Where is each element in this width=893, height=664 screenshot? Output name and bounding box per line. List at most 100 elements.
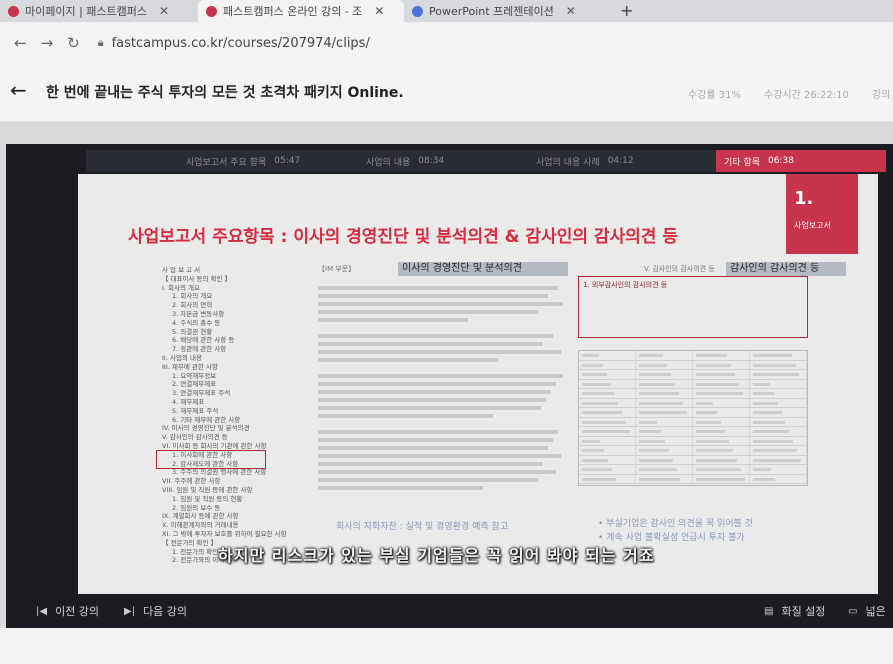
toc-item: V. 감사인의 감사의견 등 bbox=[162, 433, 228, 442]
audit-table-row bbox=[579, 379, 807, 389]
toc-item: 6. 기타 재무에 관한 사항 bbox=[172, 415, 241, 424]
tab-label: PowerPoint 프레젠테이션 bbox=[429, 5, 554, 18]
audit-table-cell bbox=[636, 360, 693, 369]
blurred-text-line bbox=[753, 477, 776, 481]
audit-opinion-box: 1. 외부감사인의 감사의견 등 bbox=[578, 276, 808, 338]
video-player[interactable]: fastcampus 사업보고서 주요 항목 05:47 사업의 내용 08:3… bbox=[6, 144, 893, 628]
audit-table-cell bbox=[579, 370, 636, 379]
blurred-text-line bbox=[318, 302, 563, 306]
blurred-text-line bbox=[753, 411, 782, 414]
audit-table-cell bbox=[693, 360, 750, 369]
audit-table-cell bbox=[636, 474, 693, 483]
blurred-text-line bbox=[696, 477, 745, 481]
audit-table-cell bbox=[750, 360, 807, 369]
audit-table-cell bbox=[750, 465, 807, 474]
blurred-text-line bbox=[696, 420, 722, 424]
progress-rate: 수강률 31% bbox=[688, 90, 742, 101]
section-badge: 1. 사업보고서 bbox=[786, 174, 858, 254]
audit-table-cell bbox=[750, 389, 807, 398]
audit-table-cell bbox=[579, 465, 636, 474]
lock-icon: 🔒︎ bbox=[97, 36, 104, 49]
audit-table-row bbox=[579, 474, 807, 484]
blurred-text-line bbox=[582, 401, 619, 405]
blurred-text-line bbox=[318, 406, 541, 410]
url-field[interactable]: 🔒︎ fastcampus.co.kr/courses/207974/clips… bbox=[98, 29, 370, 57]
browser-tab-lecture[interactable]: 패스트캠퍼스 온라인 강의 - 조 ✕ bbox=[198, 0, 404, 22]
blurred-text-line bbox=[639, 449, 669, 452]
back-arrow-icon[interactable]: ← bbox=[10, 78, 27, 102]
blurred-text-line bbox=[582, 392, 615, 395]
wide-screen-icon: ▭ bbox=[848, 605, 858, 617]
blurred-text-line bbox=[318, 342, 543, 346]
blurred-text-line bbox=[318, 438, 553, 442]
close-tab-icon[interactable]: ✕ bbox=[159, 4, 169, 18]
video-subtitle: 하지만 리스크가 있는 부실 기업들은 꼭 읽어 봐야 되는 거죠 bbox=[218, 546, 655, 565]
audit-table-cell bbox=[750, 351, 807, 360]
next-lecture-button[interactable]: ▶| 다음 강의 bbox=[124, 603, 187, 619]
blurred-text-line bbox=[639, 411, 687, 414]
wide-mode-button[interactable]: ▭ 넓은 bbox=[848, 603, 886, 619]
blurred-text-line bbox=[318, 486, 483, 490]
prev-lecture-button[interactable]: |◀ 이전 강의 bbox=[36, 603, 99, 619]
quality-settings-button[interactable]: ▤ 화질 설정 bbox=[764, 603, 825, 619]
blurred-text-line bbox=[696, 449, 733, 452]
forward-icon[interactable]: → bbox=[41, 34, 54, 52]
blurred-text-line bbox=[318, 478, 538, 482]
chapter-segment-active[interactable]: 기타 항목 06:38 bbox=[716, 150, 886, 172]
close-tab-icon[interactable]: ✕ bbox=[566, 4, 576, 18]
toc-item: 5. 재무제표 주석 bbox=[172, 406, 219, 415]
back-icon[interactable]: ← bbox=[14, 34, 27, 52]
blurred-text-line bbox=[582, 420, 627, 424]
blurred-text-line bbox=[582, 449, 605, 452]
new-tab-button[interactable]: + bbox=[620, 0, 633, 22]
blurred-text-line bbox=[753, 373, 800, 376]
toc-item: 2. 임원의 보수 등 bbox=[172, 503, 221, 512]
blurred-text-line bbox=[696, 354, 728, 357]
audit-table-cell bbox=[750, 408, 807, 417]
blurred-text-line bbox=[696, 430, 726, 433]
toc-item: 3. 연결재무제표 주석 bbox=[172, 389, 231, 398]
audit-table-cell bbox=[750, 427, 807, 436]
chapter-progress-bar: 사업보고서 주요 항목 05:47 사업의 내용 08:34 사업의 내용 사례… bbox=[86, 150, 886, 172]
quality-icon: ▤ bbox=[764, 605, 774, 617]
audit-table-row bbox=[579, 408, 807, 418]
blurred-text-line bbox=[639, 373, 671, 376]
browser-tab-mypage[interactable]: 마이페이지 | 패스트캠퍼스 ✕ bbox=[0, 0, 198, 22]
blurred-text-line bbox=[753, 439, 794, 443]
blurred-text-line bbox=[318, 454, 561, 458]
blurred-text-line bbox=[582, 430, 631, 433]
audit-table-row bbox=[579, 436, 807, 446]
blurred-text-line bbox=[753, 401, 778, 405]
audit-table-cell bbox=[693, 446, 750, 455]
audit-table-row bbox=[579, 351, 807, 361]
audit-table-cell bbox=[636, 455, 693, 464]
audit-table-cell bbox=[693, 417, 750, 426]
mid-small-label: 【IM 부문】 bbox=[318, 265, 356, 273]
chapter-segment[interactable]: 사업의 내용 08:34 bbox=[366, 150, 506, 172]
player-control-bar: |◀ 이전 강의 ▶| 다음 강의 ▤ 화질 설정 ▭ 넓은 bbox=[6, 594, 893, 628]
chapter-segment[interactable]: 사업보고서 주요 항목 05:47 bbox=[186, 150, 336, 172]
chapter-segment[interactable]: 사업의 내용 사례 04:12 bbox=[536, 150, 696, 172]
blurred-text-line bbox=[318, 414, 493, 418]
toc-item: I. 회사의 개요 bbox=[162, 283, 201, 292]
audit-table-cell bbox=[636, 427, 693, 436]
toc-item: 1. 요약재무정보 bbox=[172, 371, 217, 380]
blurred-text-line bbox=[582, 468, 613, 471]
audit-table-cell bbox=[750, 417, 807, 426]
slide-note-right-1: • 부실기업은 감사인 의견을 꼭 읽어볼 것 bbox=[598, 519, 753, 529]
course-header: ← 한 번에 끝내는 주식 투자의 모든 것 초격차 패키지 Online. 수… bbox=[0, 64, 893, 122]
browser-tab-powerpoint[interactable]: PowerPoint 프레젠테이션 ✕ bbox=[404, 0, 614, 22]
blurred-text-line bbox=[582, 411, 623, 414]
audit-table-cell bbox=[579, 446, 636, 455]
mid-heading: 이사의 경영진단 및 분석의견 bbox=[398, 262, 568, 276]
toc-item: 1. 임원 및 직원 등의 현황 bbox=[172, 494, 243, 503]
reload-icon[interactable]: ↻ bbox=[67, 34, 80, 52]
close-tab-icon[interactable]: ✕ bbox=[374, 4, 384, 18]
lecture-menu-label[interactable]: 강의 bbox=[872, 86, 890, 101]
audit-table-cell bbox=[579, 455, 636, 464]
blurred-text-line bbox=[753, 468, 772, 471]
blurred-text-line bbox=[696, 439, 730, 443]
blurred-text-line bbox=[318, 382, 556, 386]
blurred-text-line bbox=[318, 374, 563, 378]
blurred-text-line bbox=[753, 392, 774, 395]
